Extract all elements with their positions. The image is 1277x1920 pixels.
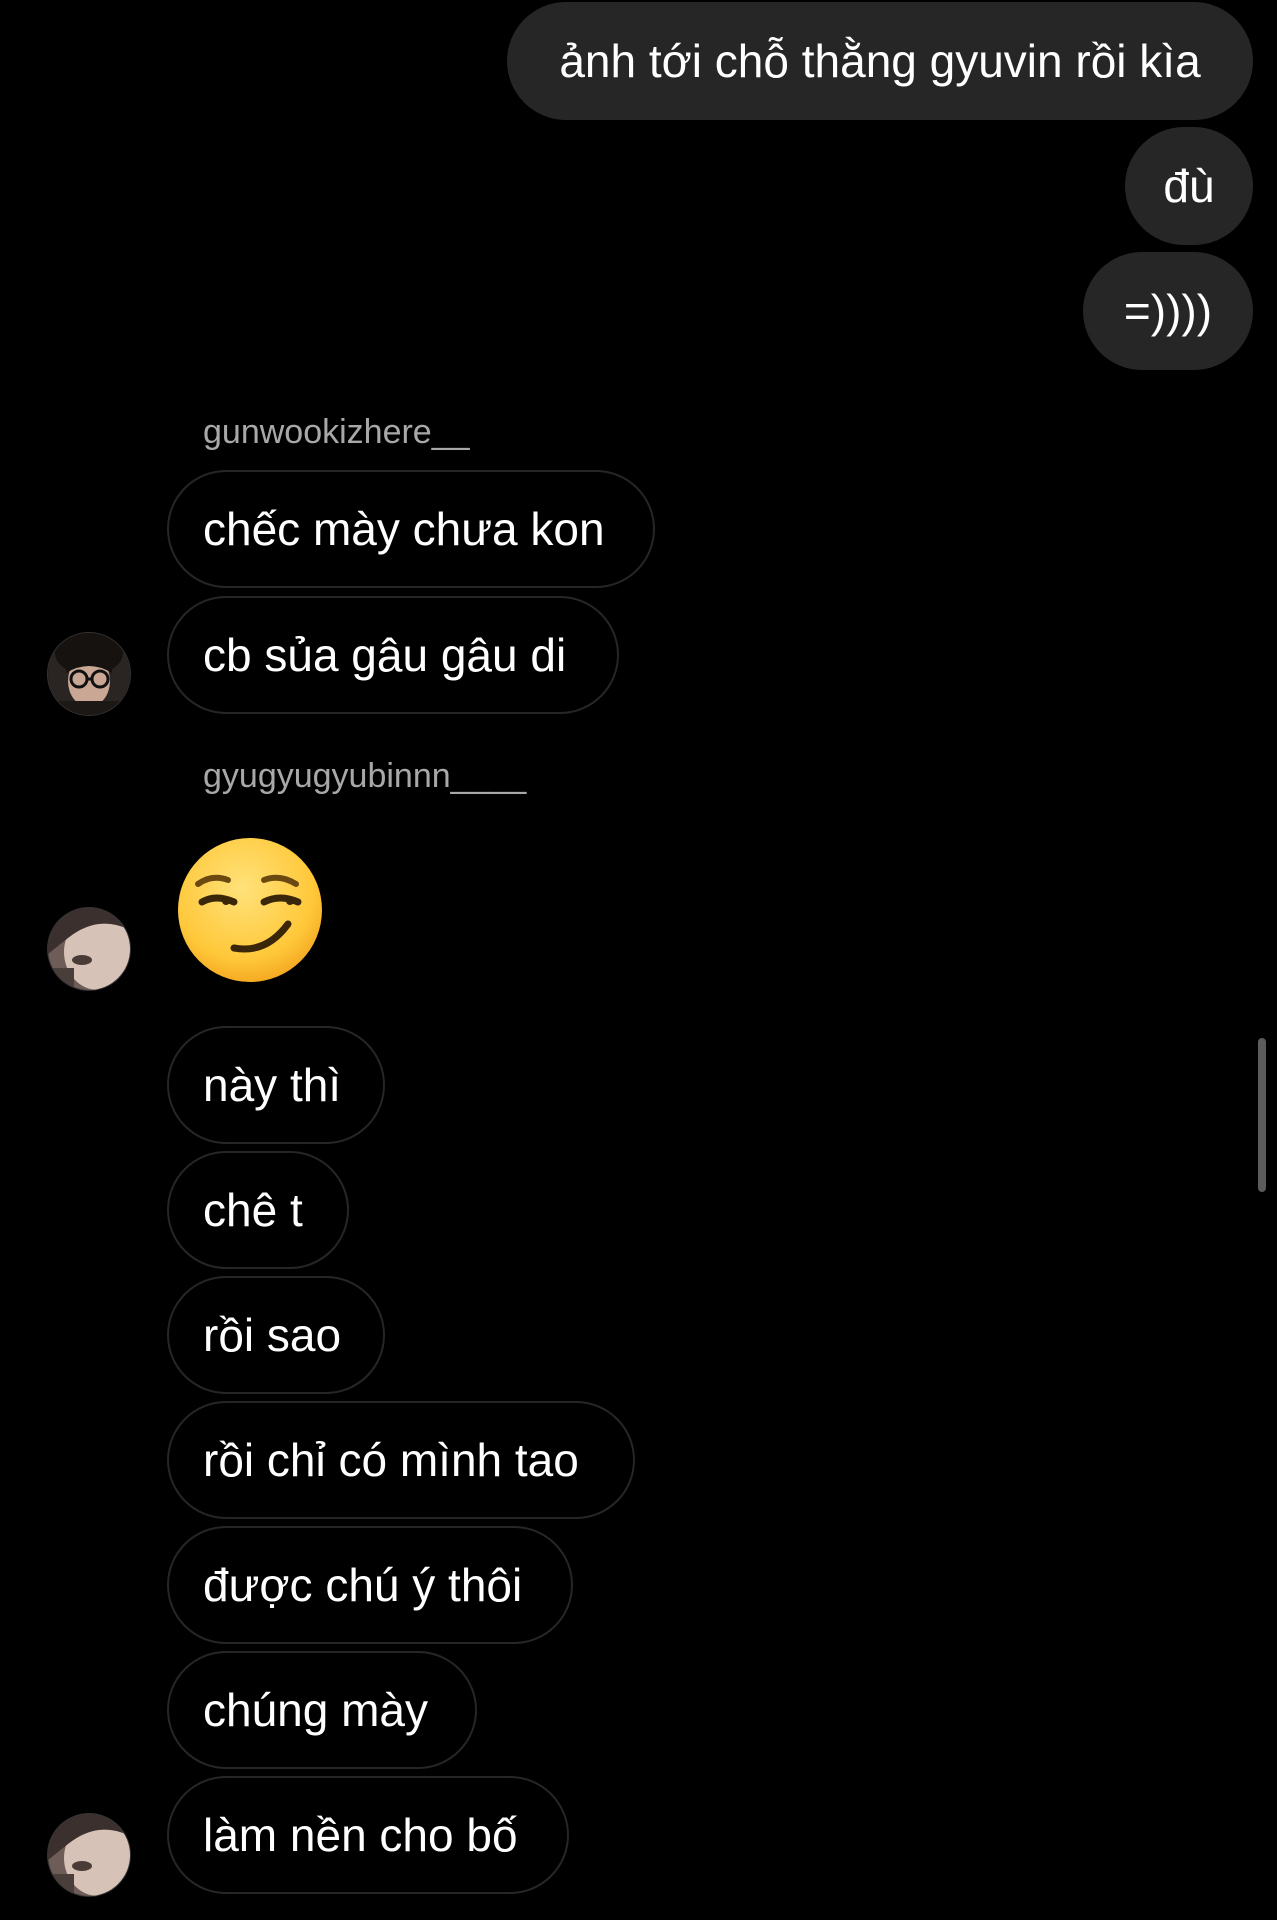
incoming-message-bubble[interactable]: cb sủa gâu gâu di <box>167 596 619 714</box>
profile-photo-icon <box>48 1814 130 1896</box>
message-text: =)))) <box>1123 285 1213 337</box>
message-thread[interactable]: ảnh tới chỗ thằng gyuvin rồi kìa đù =)))… <box>0 0 1277 1920</box>
outgoing-message-bubble[interactable]: =)))) <box>1083 252 1253 370</box>
sender-avatar[interactable] <box>47 632 131 716</box>
message-text: ảnh tới chỗ thằng gyuvin rồi kìa <box>559 35 1201 87</box>
outgoing-message-bubble[interactable]: ảnh tới chỗ thằng gyuvin rồi kìa <box>507 2 1253 120</box>
message-text: được chú ý thôi <box>203 1559 523 1611</box>
message-text: rồi chỉ có mình tao <box>203 1434 579 1486</box>
sender-avatar[interactable] <box>47 1813 131 1897</box>
incoming-message-bubble[interactable]: được chú ý thôi <box>167 1526 573 1644</box>
smirking-face-icon[interactable] <box>176 836 324 984</box>
incoming-message-bubble[interactable]: rồi sao <box>167 1276 385 1394</box>
incoming-message-bubble[interactable]: làm nền cho bố <box>167 1776 569 1894</box>
incoming-message-bubble[interactable]: rồi chỉ có mình tao <box>167 1401 635 1519</box>
message-text: này thì <box>203 1059 342 1111</box>
incoming-message-bubble[interactable]: chê t <box>167 1151 349 1269</box>
message-text: rồi sao <box>203 1309 342 1361</box>
sender-name[interactable]: gyugyugyubinnn____ <box>203 756 526 796</box>
outgoing-message-bubble[interactable]: đù <box>1125 127 1253 245</box>
sender-name[interactable]: gunwookizhere__ <box>203 412 470 452</box>
message-text: chê t <box>203 1184 303 1236</box>
incoming-message-bubble[interactable]: này thì <box>167 1026 385 1144</box>
smirking-face-emoji-icon <box>178 838 322 982</box>
message-text: cb sủa gâu gâu di <box>203 629 567 681</box>
message-text: chúng mày <box>203 1684 429 1736</box>
incoming-message-bubble[interactable]: chúng mày <box>167 1651 477 1769</box>
message-text: đù <box>1163 160 1215 212</box>
profile-photo-icon <box>48 908 130 990</box>
sender-avatar[interactable] <box>47 907 131 991</box>
scrollbar-thumb[interactable] <box>1258 1038 1266 1192</box>
incoming-message-bubble[interactable]: chếc mày chưa kon <box>167 470 655 588</box>
profile-photo-glasses-icon <box>48 633 130 715</box>
message-text: làm nền cho bố <box>203 1809 518 1861</box>
message-text: chếc mày chưa kon <box>203 503 605 555</box>
